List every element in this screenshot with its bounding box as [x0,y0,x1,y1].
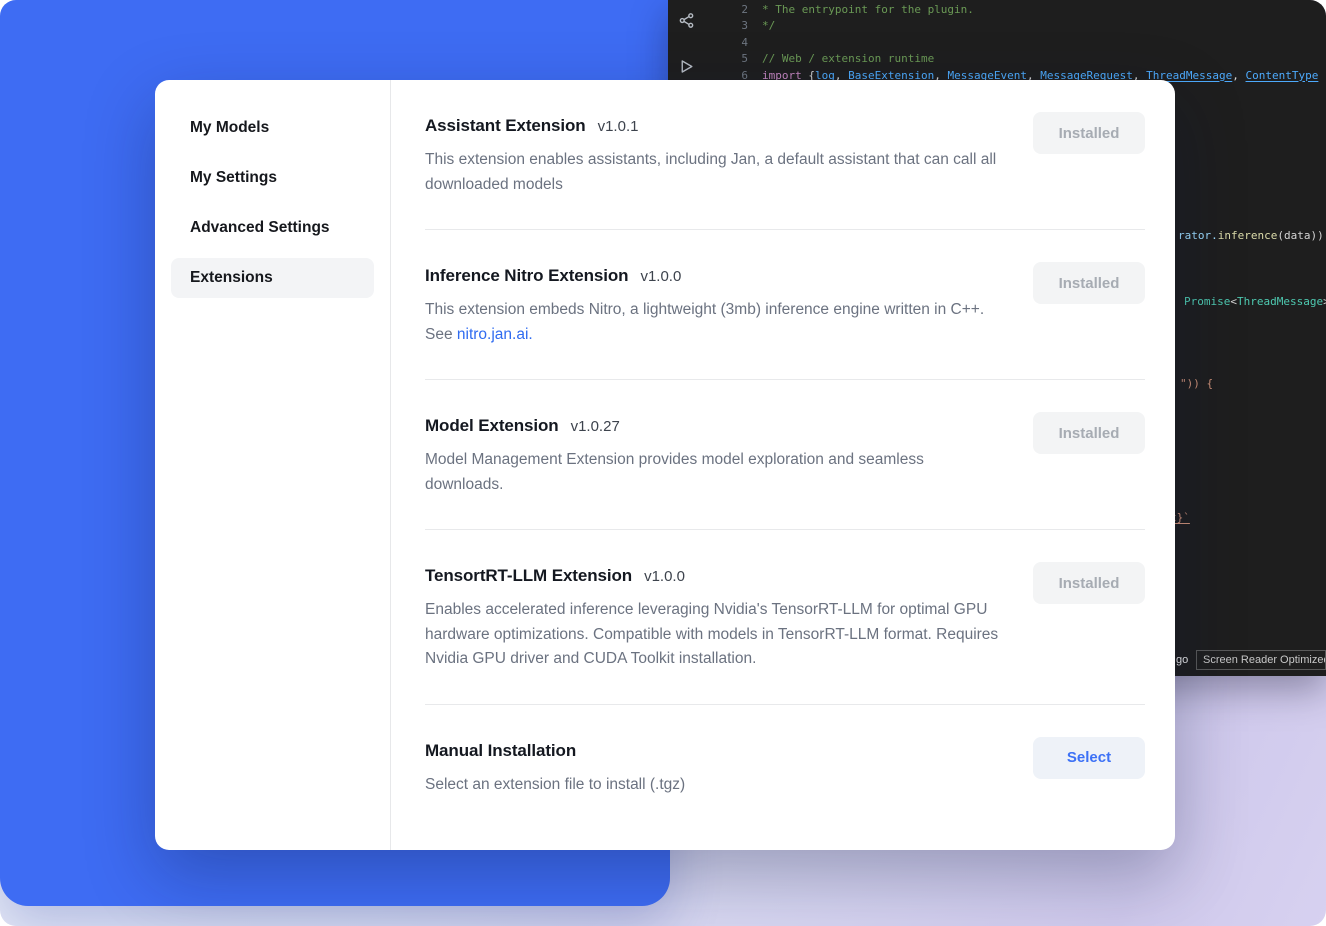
extension-action-button[interactable]: Installed [1033,112,1145,154]
extension-title: Assistant Extension [425,116,586,135]
extension-row: TensortRT-LLM Extension v1.0.0 Enables ac… [425,530,1145,705]
sidebar-item[interactable]: My Models [171,108,374,148]
extension-title: Model Extension [425,416,559,435]
sidebar-item-label: Advanced Settings [190,219,330,236]
sidebar-item[interactable]: My Settings [171,158,374,198]
settings-sidebar: My Models My Settings Advanced Settings … [155,80,391,850]
extension-title: TensortRT-LLM Extension [425,566,632,585]
extension-action-button[interactable]: Installed [1033,412,1145,454]
extensions-list: Assistant Extension v1.0.1 This extension… [391,80,1175,850]
screen-reader-notice[interactable]: Screen Reader Optimized [1196,650,1326,670]
code-fragment: Promise<ThreadMessage> [1184,295,1326,308]
sidebar-item[interactable]: Advanced Settings [171,208,374,248]
extension-version: v1.0.0 [644,568,685,585]
extension-title: Manual Installation [425,741,576,760]
statusbar-text: go [1176,654,1188,666]
extension-description: This extension enables assistants, inclu… [425,148,1005,197]
line-number: 5 [704,51,748,67]
extension-action-button[interactable]: Select [1033,737,1145,779]
extension-title-row: Model Extension v1.0.27 [425,412,1005,440]
run-triangle-icon[interactable] [678,58,695,75]
extension-version: v1.0.27 [571,418,620,435]
sidebar-item[interactable]: Extensions [171,258,374,298]
extension-info: TensortRT-LLM Extension v1.0.0 Enables ac… [425,562,1005,672]
extension-title-row: Inference Nitro Extension v1.0.0 [425,262,1005,290]
line-number: 2 [704,2,748,18]
extension-description: This extension embeds Nitro, a lightweig… [425,298,1005,347]
extension-info: Inference Nitro Extension v1.0.0 This ext… [425,262,1005,347]
code-fragment: ")) { [1180,377,1213,390]
extension-info: Assistant Extension v1.0.1 This extension… [425,112,1005,197]
extension-title-row: TensortRT-LLM Extension v1.0.0 [425,562,1005,590]
extension-description: Model Management Extension provides mode… [425,448,1005,497]
extension-version: v1.0.1 [598,118,639,135]
share-graph-icon[interactable] [678,12,695,29]
sidebar-item-label: Extensions [190,269,273,286]
import-identifier: ContentType [1246,69,1319,82]
extension-row: Manual Installation Select an extension … [425,705,1145,830]
sidebar-item-label: My Models [190,119,269,136]
extension-description-text: Model Management Extension provides mode… [425,451,924,493]
extension-title-row: Assistant Extension v1.0.1 [425,112,1005,140]
code-lines: 2* The entrypoint for the plugin. 3*/ 4 … [704,2,1326,84]
code-line: 3*/ [704,18,1326,34]
extension-description-text: Enables accelerated inference leveraging… [425,601,998,667]
extension-description-link[interactable]: nitro.jan.ai. [457,326,533,343]
extension-row: Inference Nitro Extension v1.0.0 This ext… [425,230,1145,380]
extension-description: Enables accelerated inference leveraging… [425,598,1005,672]
line-number: 4 [704,35,748,51]
code-line: 2* The entrypoint for the plugin. [704,2,1326,18]
extension-title-row: Manual Installation [425,737,685,765]
extension-description: Select an extension file to install (.tg… [425,773,685,798]
extension-row: Model Extension v1.0.27 Model Management … [425,380,1145,530]
extension-action-button[interactable]: Installed [1033,562,1145,604]
extension-info: Manual Installation Select an extension … [425,737,685,798]
settings-modal: My Models My Settings Advanced Settings … [155,80,1175,850]
extension-info: Model Extension v1.0.27 Model Management … [425,412,1005,497]
code-line: 4 [704,35,1326,51]
code-fragment: rator.inference(data)); [1178,229,1326,242]
extension-version: v1.0.0 [640,268,681,285]
screen: 2* The entrypoint for the plugin. 3*/ 4 … [0,0,1326,926]
extension-title: Inference Nitro Extension [425,266,628,285]
extension-action-button[interactable]: Installed [1033,262,1145,304]
extension-row: Assistant Extension v1.0.1 This extension… [425,80,1145,230]
sidebar-item-label: My Settings [190,169,277,186]
code-line: 5// Web / extension runtime [704,51,1326,67]
line-number: 3 [704,18,748,34]
extension-description-text: This extension enables assistants, inclu… [425,151,996,193]
extension-description-text: Select an extension file to install (.tg… [425,776,685,793]
